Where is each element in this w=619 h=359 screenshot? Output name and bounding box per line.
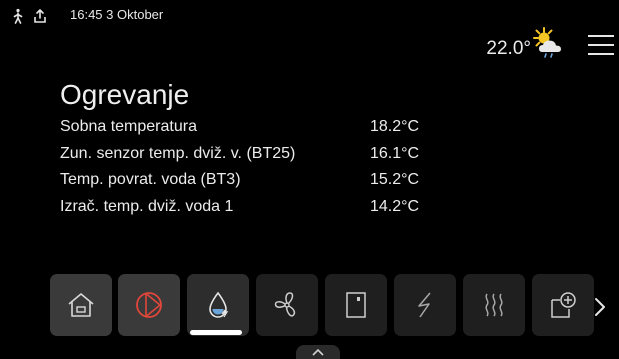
person-walking-icon (13, 8, 23, 24)
reading-label: Sobna temperatura (60, 118, 197, 135)
reading-label: Temp. povrat. voda (BT3) (60, 171, 241, 188)
heat-pump-icon (136, 292, 162, 318)
reading-row: Temp. povrat. voda (BT3) 15.2°C (60, 171, 480, 198)
outdoor-temperature: 22.0° (486, 38, 531, 59)
status-time-date: 16:45 3 Oktober (70, 7, 164, 22)
reading-label: Zun. senzor temp. dviž. v. (BT25) (60, 144, 296, 162)
ventilation-fan-icon (274, 292, 296, 317)
tab-electric[interactable] (394, 274, 456, 336)
page-title: Ogrevanje (60, 78, 190, 110)
reading-value: 15.2°C (370, 171, 420, 188)
bottom-drawer-handle[interactable] (296, 345, 340, 359)
reading-row: Zun. senzor temp. dviž. v. (BT25) 16.1°C (60, 145, 480, 172)
upload-tray-icon (34, 9, 46, 23)
reading-label: Izrač. temp. dviž. voda 1 (60, 197, 234, 215)
tab-heat-waves[interactable] (463, 274, 525, 336)
heat-waves-icon (485, 293, 503, 317)
heating-water-drop-icon (209, 291, 229, 318)
chevron-up-icon (312, 348, 324, 356)
reading-value: 16.1°C (370, 144, 420, 162)
chevron-right-icon[interactable] (593, 296, 607, 318)
tab-hot-water[interactable] (325, 274, 387, 336)
reading-value: 14.2°C (370, 197, 420, 215)
electric-lightning-icon (418, 292, 431, 318)
sun-behind-rain-cloud-icon (533, 27, 561, 58)
reading-row: Izrač. temp. dviž. voda 1 14.2°C (60, 198, 480, 225)
reading-value: 18.2°C (370, 118, 420, 135)
menu-icon[interactable] (588, 35, 614, 57)
tab-ventilation[interactable] (256, 274, 318, 336)
readings-list: Sobna temperatura 18.2°C Zun. senzor tem… (60, 118, 480, 224)
home-icon (68, 293, 94, 317)
tab-add-module[interactable] (532, 274, 594, 336)
add-module-icon (551, 292, 576, 318)
selected-tab-indicator (190, 330, 242, 335)
reading-row: Sobna temperatura 18.2°C (60, 118, 480, 145)
tab-home[interactable] (50, 274, 112, 336)
water-heater-tank-icon (346, 292, 366, 318)
status-bar: 16:45 3 Oktober (0, 0, 619, 26)
tab-heat-pump[interactable] (118, 274, 180, 336)
tab-heating[interactable] (187, 274, 249, 336)
